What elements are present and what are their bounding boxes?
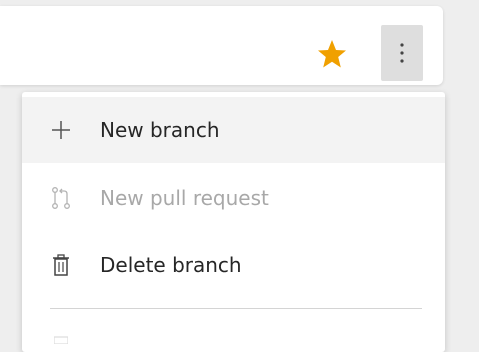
menu-item-label: Delete branch [100,253,242,277]
more-vertical-icon [400,43,404,63]
pull-request-icon [52,187,70,209]
menu-item-delete-branch[interactable]: Delete branch [22,232,445,298]
menu-divider [50,308,422,309]
menu-item-new-branch[interactable]: New branch [22,97,445,163]
menu-item-new-pull-request[interactable]: New pull request [22,165,445,231]
menu-item-label: New branch [100,118,220,142]
menu-item-label: New pull request [100,186,269,210]
context-menu: New branch New pull request Delete branc… [22,92,445,352]
more-options-button[interactable] [381,25,423,81]
toolbar [0,6,443,85]
star-icon[interactable] [317,39,347,69]
trash-icon [53,254,69,276]
plus-icon [52,121,70,139]
